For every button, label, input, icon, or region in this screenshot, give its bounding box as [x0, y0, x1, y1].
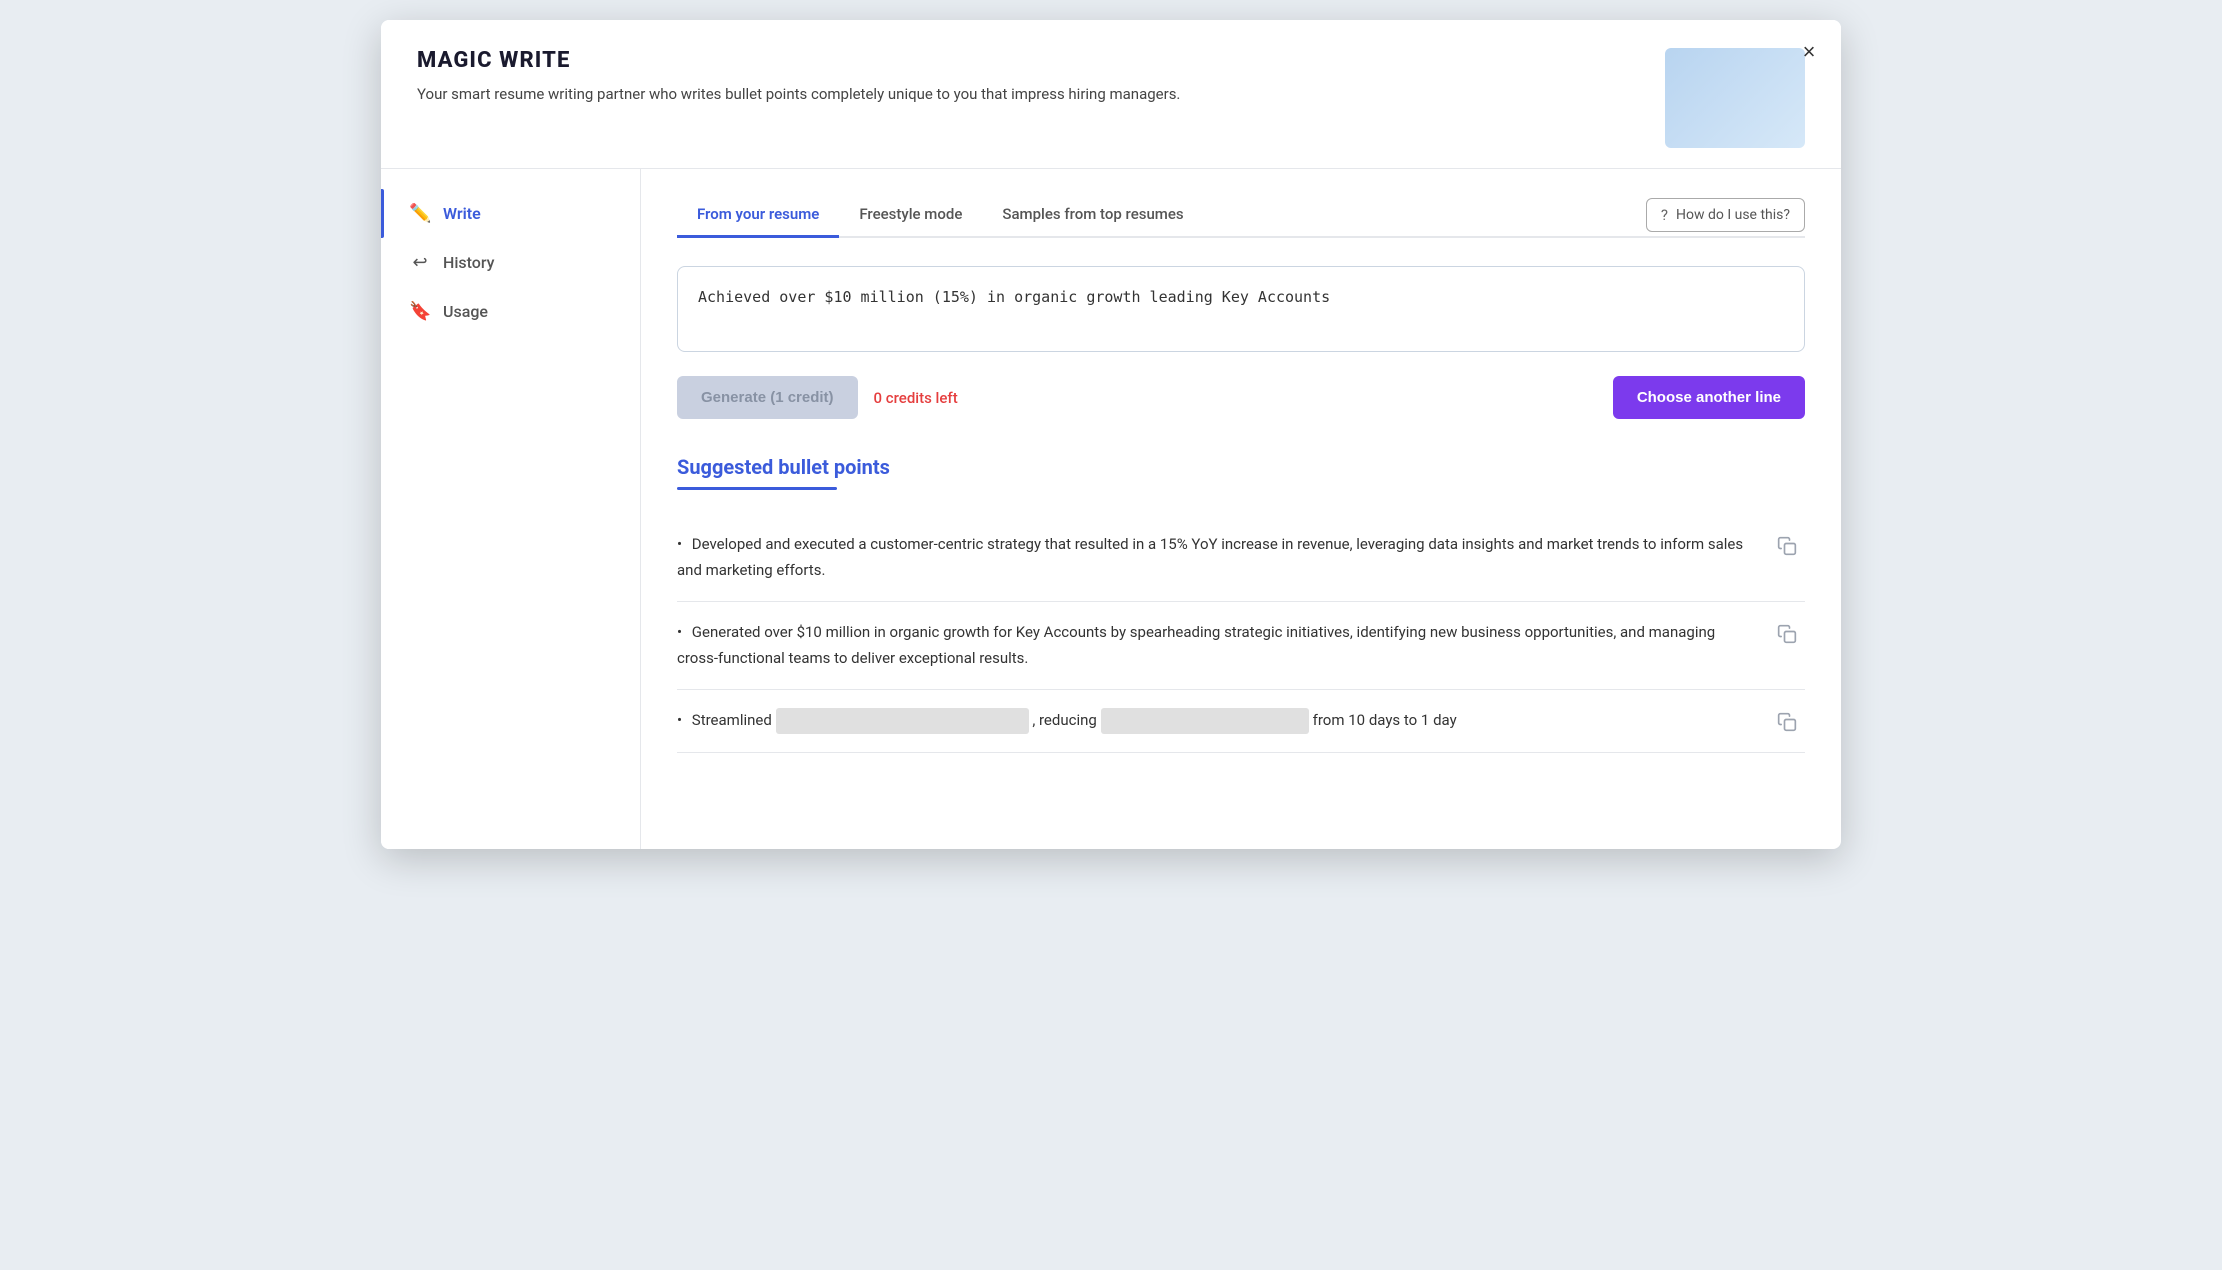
copy-icon-3[interactable] — [1773, 708, 1801, 741]
write-icon: ✏️ — [409, 203, 431, 224]
copy-icon-1[interactable] — [1773, 532, 1801, 565]
bullet-dot-3: • — [677, 711, 682, 729]
modal-subtitle: Your smart resume writing partner who wr… — [417, 83, 1180, 106]
modal-header: MAGIC WRITE Your smart resume writing pa… — [381, 20, 1841, 169]
help-button[interactable]: ? How do I use this? — [1646, 198, 1805, 232]
suggested-section: Suggested bullet points • Developed and … — [677, 455, 1805, 753]
magic-write-modal: MAGIC WRITE Your smart resume writing pa… — [381, 20, 1841, 849]
sidebar-item-write[interactable]: ✏️ Write — [381, 189, 640, 238]
bullet-dot-1: • — [677, 535, 682, 553]
choose-another-line-button[interactable]: Choose another line — [1613, 376, 1805, 419]
header-decoration — [1665, 48, 1805, 148]
tabs-container: From your resume Freestyle mode Samples … — [677, 193, 1805, 238]
tab-samples[interactable]: Samples from top resumes — [982, 193, 1203, 238]
bullet-text-3: • Streamlined , reducing — [677, 708, 1805, 734]
sidebar: ✏️ Write ↩ History 🔖 Usage — [381, 169, 641, 849]
generate-button[interactable]: Generate (1 credit) — [677, 376, 858, 419]
copy-icon-2[interactable] — [1773, 620, 1801, 653]
suggested-title: Suggested bullet points — [677, 455, 1805, 479]
modal-body: ✏️ Write ↩ History 🔖 Usage From your res… — [381, 169, 1841, 849]
tab-freestyle[interactable]: Freestyle mode — [839, 193, 982, 238]
sidebar-item-history[interactable]: ↩ History — [381, 238, 640, 287]
sidebar-item-history-label: History — [443, 253, 495, 272]
suggested-underline — [677, 487, 837, 490]
blurred-text-2 — [1101, 708, 1309, 734]
blurred-text-1 — [776, 708, 1029, 734]
bullet-item-2: • Generated over $10 million in organic … — [677, 602, 1805, 690]
usage-icon: 🔖 — [409, 301, 431, 322]
header-text: MAGIC WRITE Your smart resume writing pa… — [417, 48, 1180, 106]
bullet-item-3: • Streamlined , reducing — [677, 690, 1805, 753]
bullet-input[interactable] — [677, 266, 1805, 352]
main-content: From your resume Freestyle mode Samples … — [641, 169, 1841, 849]
close-button[interactable]: × — [1793, 36, 1825, 68]
help-label: How do I use this? — [1676, 207, 1790, 223]
history-icon: ↩ — [409, 252, 431, 273]
sidebar-item-usage-label: Usage — [443, 302, 488, 321]
sidebar-item-write-label: Write — [443, 204, 481, 223]
sidebar-item-usage[interactable]: 🔖 Usage — [381, 287, 640, 336]
credits-left-label: 0 credits left — [874, 389, 958, 407]
tab-from-resume[interactable]: From your resume — [677, 193, 839, 238]
help-icon: ? — [1661, 206, 1668, 224]
bullet-item-1: • Developed and executed a customer-cent… — [677, 514, 1805, 602]
action-row: Generate (1 credit) 0 credits left Choos… — [677, 376, 1805, 419]
bullet-text-1: • Developed and executed a customer-cent… — [677, 532, 1805, 583]
bullet-text-2: • Generated over $10 million in organic … — [677, 620, 1805, 671]
bullet-dot-2: • — [677, 623, 682, 641]
modal-title: MAGIC WRITE — [417, 48, 1180, 73]
